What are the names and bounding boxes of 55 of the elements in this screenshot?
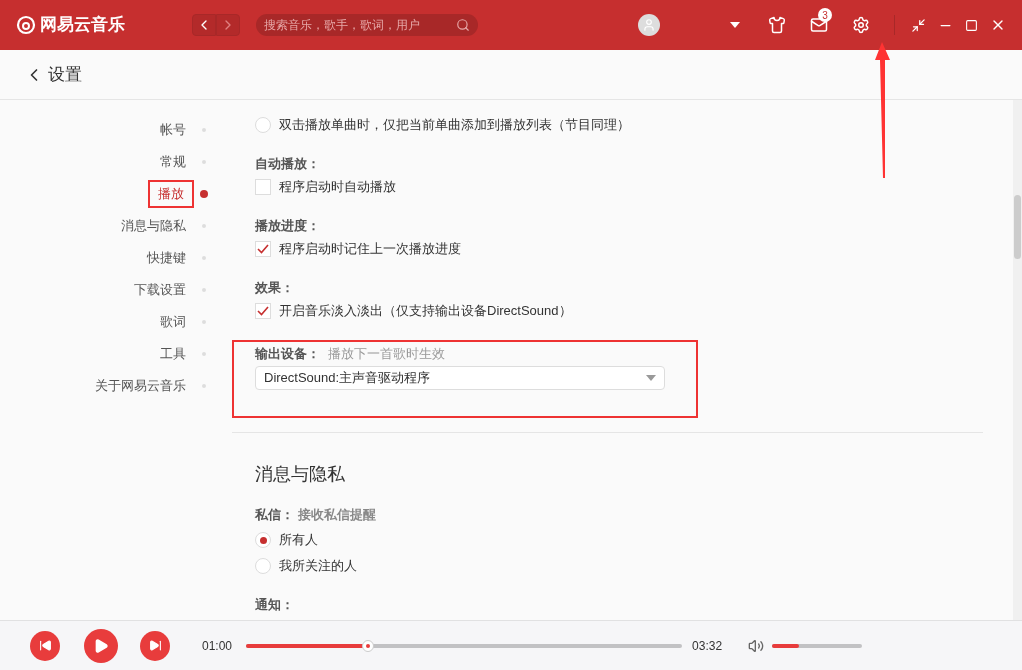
checkbox[interactable] [255,303,271,319]
sidebar-item[interactable]: 播放 [148,180,194,208]
hint-text: 接收私信提醒 [298,506,376,524]
sidebar-item[interactable]: 帐号 [152,116,194,144]
caret-icon[interactable] [730,22,740,28]
checkbox[interactable] [255,241,271,257]
search-field[interactable]: 搜索音乐，歌手，歌词，用户 [256,14,478,36]
progress-thumb[interactable] [362,639,375,652]
elapsed-time: 01:00 [202,637,233,655]
previous-button[interactable] [30,630,60,661]
sidebar-item[interactable]: 歌词 [152,308,194,336]
back-button[interactable] [192,14,216,36]
notification-badge: 3 [818,8,832,22]
radio-button[interactable] [255,532,271,548]
previous-icon [38,639,52,652]
next-button[interactable] [140,630,170,661]
scrollbar-thumb[interactable] [1014,195,1021,259]
play-button[interactable] [84,628,118,663]
section-label: 输出设备： [255,345,320,363]
app-name: 网易云音乐 [40,14,125,37]
option-label: 所有人 [279,531,318,550]
sidebar-item[interactable]: 工具 [152,340,194,368]
option-label: 程序启动时自动播放 [279,178,396,197]
sidebar-item[interactable]: 快捷键 [139,244,194,272]
section-label: 通知： [255,596,295,614]
radio-button[interactable] [255,558,271,574]
checkbox[interactable] [255,179,271,195]
sidebar-item[interactable]: 下载设置 [126,276,194,304]
section-label: 效果： [255,279,295,297]
section-title: 消息与隐私 [255,463,346,486]
sidebar-item[interactable]: 关于网易云音乐 [87,372,194,400]
option-label: 程序启动时记住上一次播放进度 [279,240,461,259]
duration-time: 03:32 [692,637,723,655]
option-label: 开启音乐淡入淡出（仅支持输出设备DirectSound） [279,302,572,321]
radio-button[interactable] [255,117,271,133]
section-label: 自动播放： [255,155,321,173]
option-label: 我所关注的人 [279,557,357,576]
settings-icon[interactable] [852,16,870,34]
caret-icon [646,375,656,381]
volume-track[interactable] [772,643,863,648]
next-icon [148,639,162,652]
maximize-icon[interactable] [965,18,978,32]
option-label: 双击播放单曲时，仅把当前单曲添加到播放列表（节目同理） [279,116,630,135]
sidebar-item[interactable]: 常规 [152,148,194,176]
page-title: 设置 [48,63,82,86]
sidebar-item[interactable]: 消息与隐私 [113,212,194,240]
section-label: 播放进度： [255,217,321,235]
section-label: 私信： [255,506,294,524]
mini-mode-icon[interactable] [911,17,926,33]
output-device-dropdown[interactable]: DirectSound:主声音驱动程序 [255,366,665,390]
shirt-icon[interactable] [768,16,786,34]
volume-icon[interactable] [748,637,765,654]
play-icon [93,637,109,654]
avatar[interactable] [638,14,660,36]
search-icon [456,18,470,32]
